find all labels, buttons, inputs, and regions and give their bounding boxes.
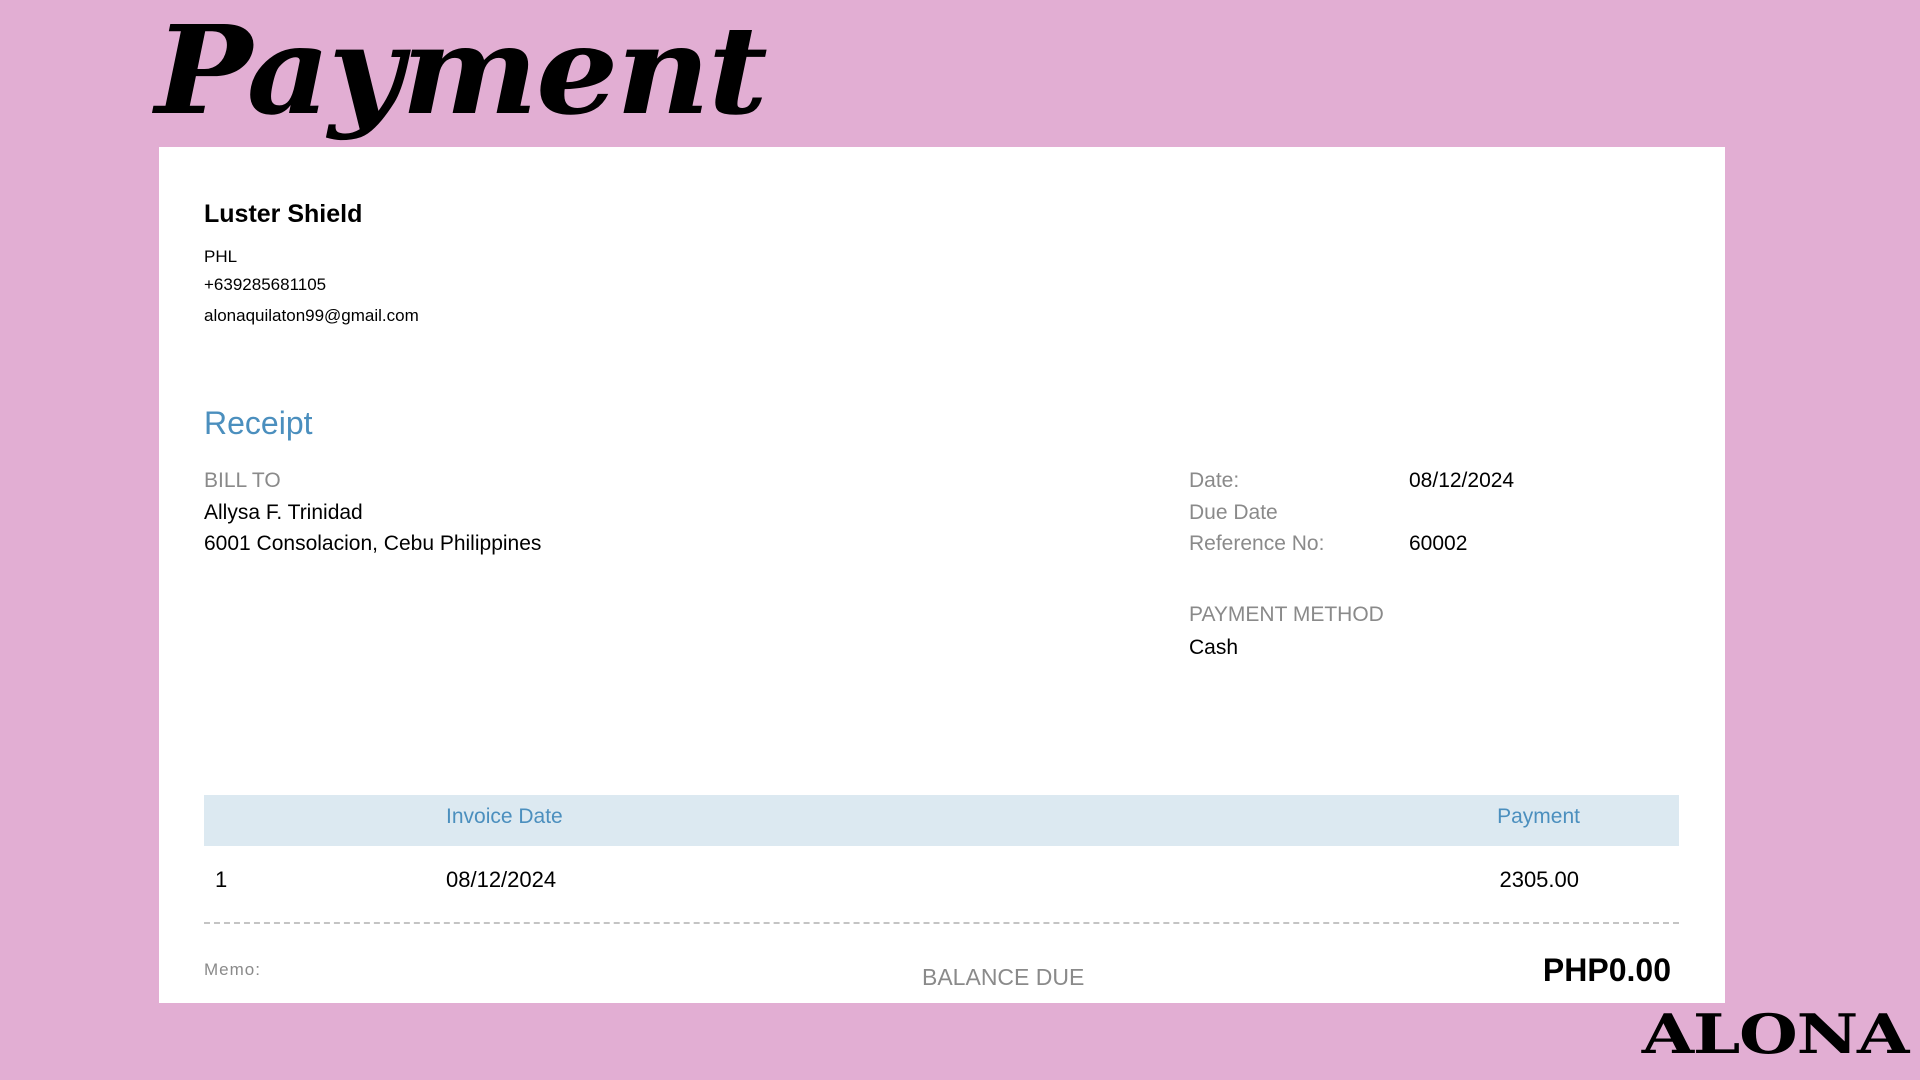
reference-value: 60002 [1409,532,1468,555]
payment-method-label: PAYMENT METHOD [1189,603,1384,626]
brand-logo: ALONA [1641,1002,1910,1066]
company-name: Luster Shield [204,200,363,228]
table-header [204,795,1679,846]
balance-due-label: BALANCE DUE [922,964,1085,990]
column-header-invoice-date: Invoice Date [446,805,563,828]
reference-label: Reference No: [1189,532,1325,555]
receipt-card: Luster Shield PHL +639285681105 alonaqui… [159,147,1725,1003]
company-email: alonaquilaton99@gmail.com [204,306,419,325]
company-phone: +639285681105 [204,275,327,294]
memo-label: Memo: [204,960,261,979]
payment-method-value: Cash [1189,636,1239,659]
bill-to-name: Allysa F. Trinidad [204,501,363,524]
page-title: Payment [155,0,768,142]
table-row-invoice-date: 08/12/2024 [446,867,557,892]
due-date-label: Due Date [1189,501,1278,524]
date-label: Date: [1189,469,1240,492]
date-value: 08/12/2024 [1409,469,1515,492]
balance-due-value: PHP0.00 [1542,952,1671,988]
bill-to-address: 6001 Consolacion, Cebu Philippines [204,532,542,555]
bill-to-label: BILL TO [204,469,281,492]
divider [204,922,1679,924]
table-row-payment: 2305.00 [1499,867,1579,892]
table-row-index: 1 [215,867,228,892]
column-header-payment: Payment [1497,805,1580,828]
company-country: PHL [204,247,238,266]
document-title: Receipt [204,405,313,441]
